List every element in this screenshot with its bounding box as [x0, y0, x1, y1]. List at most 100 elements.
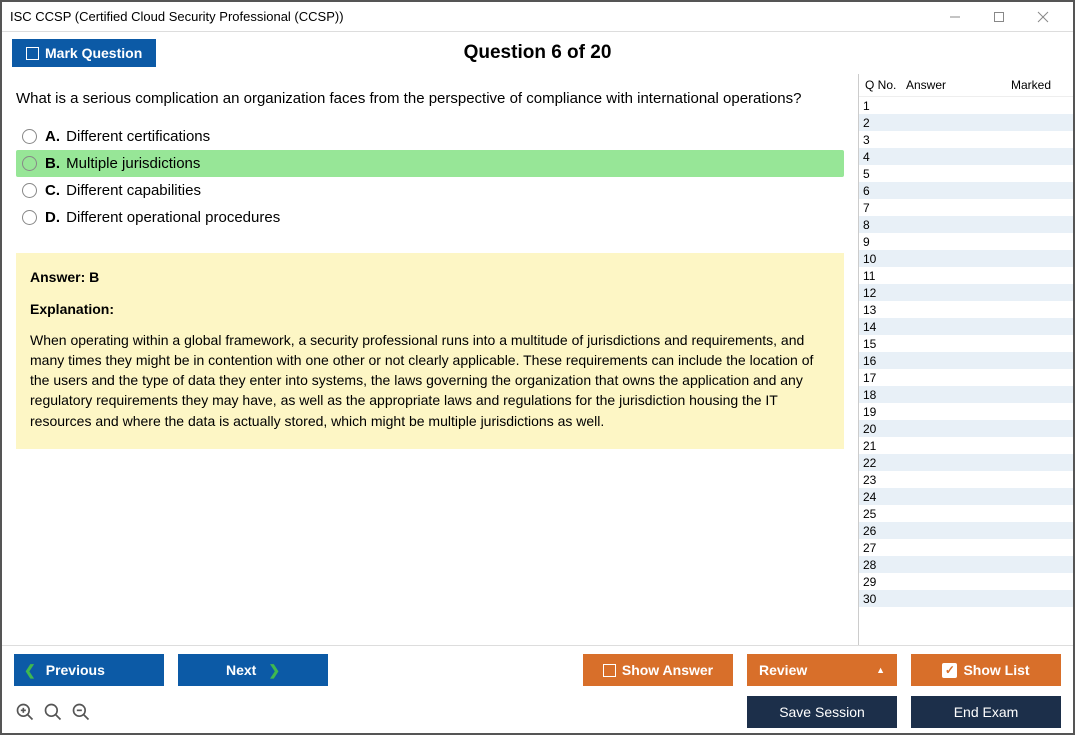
explanation-label: Explanation:: [30, 299, 830, 319]
question-row[interactable]: 8: [859, 216, 1073, 233]
question-row[interactable]: 17: [859, 369, 1073, 386]
option-letter: B.: [45, 155, 60, 172]
row-number: 3: [859, 133, 904, 147]
question-row[interactable]: 12: [859, 284, 1073, 301]
question-list-sidebar: Q No. Answer Marked 12345678910111213141…: [858, 74, 1073, 645]
option-text: Different operational procedures: [66, 209, 280, 226]
row-number: 27: [859, 541, 904, 555]
next-button[interactable]: Next ❯: [178, 654, 328, 686]
question-row[interactable]: 6: [859, 182, 1073, 199]
radio-icon: [22, 210, 37, 225]
zoom-out-icon[interactable]: [70, 701, 92, 723]
question-row[interactable]: 23: [859, 471, 1073, 488]
row-number: 6: [859, 184, 904, 198]
question-row[interactable]: 1: [859, 97, 1073, 114]
question-row[interactable]: 30: [859, 590, 1073, 607]
sidebar-header: Q No. Answer Marked: [859, 74, 1073, 97]
answer-explanation-box: Answer: B Explanation: When operating wi…: [16, 253, 844, 449]
question-row[interactable]: 24: [859, 488, 1073, 505]
question-row[interactable]: 20: [859, 420, 1073, 437]
show-list-label: Show List: [963, 662, 1029, 678]
chevron-left-icon: ❮: [24, 662, 36, 679]
question-row[interactable]: 3: [859, 131, 1073, 148]
option-C[interactable]: C. Different capabilities: [16, 177, 844, 204]
row-number: 4: [859, 150, 904, 164]
row-number: 16: [859, 354, 904, 368]
option-letter: D.: [45, 209, 60, 226]
question-row[interactable]: 21: [859, 437, 1073, 454]
row-number: 21: [859, 439, 904, 453]
titlebar: ISC CCSP (Certified Cloud Security Profe…: [2, 2, 1073, 32]
question-row[interactable]: 16: [859, 352, 1073, 369]
question-row[interactable]: 25: [859, 505, 1073, 522]
toolbar: Mark Question Question 6 of 20: [2, 32, 1073, 74]
show-answer-button[interactable]: Show Answer: [583, 654, 733, 686]
question-row[interactable]: 2: [859, 114, 1073, 131]
row-number: 1: [859, 99, 904, 113]
zoom-in-icon[interactable]: [14, 701, 36, 723]
row-number: 25: [859, 507, 904, 521]
question-row[interactable]: 28: [859, 556, 1073, 573]
previous-button[interactable]: ❮ Previous: [14, 654, 164, 686]
window-title: ISC CCSP (Certified Cloud Security Profe…: [10, 9, 933, 24]
col-answer: Answer: [906, 78, 1011, 92]
chevron-right-icon: ❯: [268, 662, 280, 679]
question-row[interactable]: 10: [859, 250, 1073, 267]
col-qno: Q No.: [861, 78, 906, 92]
option-letter: A.: [45, 128, 60, 145]
question-row[interactable]: 19: [859, 403, 1073, 420]
question-row[interactable]: 18: [859, 386, 1073, 403]
end-exam-button[interactable]: End Exam: [911, 696, 1061, 728]
window-controls: [933, 3, 1065, 31]
question-heading: Question 6 of 20: [2, 42, 1073, 64]
sidebar-body[interactable]: 1234567891011121314151617181920212223242…: [859, 97, 1073, 645]
question-row[interactable]: 4: [859, 148, 1073, 165]
zoom-reset-icon[interactable]: [42, 701, 64, 723]
row-number: 19: [859, 405, 904, 419]
main-panel: What is a serious complication an organi…: [2, 74, 858, 645]
row-number: 13: [859, 303, 904, 317]
row-number: 22: [859, 456, 904, 470]
row-number: 7: [859, 201, 904, 215]
row-number: 5: [859, 167, 904, 181]
show-answer-label: Show Answer: [622, 662, 713, 678]
mark-question-button[interactable]: Mark Question: [12, 39, 156, 67]
question-row[interactable]: 9: [859, 233, 1073, 250]
mark-label: Mark Question: [45, 45, 142, 61]
show-list-button[interactable]: ✓ Show List: [911, 654, 1061, 686]
button-row-2: Save Session End Exam: [14, 696, 1061, 728]
row-number: 26: [859, 524, 904, 538]
question-row[interactable]: 14: [859, 318, 1073, 335]
button-row-1: ❮ Previous Next ❯ Show Answer Review ▲ ✓…: [14, 654, 1061, 686]
row-number: 18: [859, 388, 904, 402]
row-number: 9: [859, 235, 904, 249]
question-row[interactable]: 7: [859, 199, 1073, 216]
question-row[interactable]: 27: [859, 539, 1073, 556]
question-row[interactable]: 15: [859, 335, 1073, 352]
question-row[interactable]: 26: [859, 522, 1073, 539]
next-label: Next: [226, 662, 256, 678]
option-letter: C.: [45, 182, 60, 199]
row-number: 23: [859, 473, 904, 487]
answer-line: Answer: B: [30, 267, 830, 287]
row-number: 17: [859, 371, 904, 385]
question-row[interactable]: 22: [859, 454, 1073, 471]
row-number: 11: [859, 269, 904, 283]
row-number: 24: [859, 490, 904, 504]
question-row[interactable]: 11: [859, 267, 1073, 284]
checkbox-icon: [26, 47, 39, 60]
review-button[interactable]: Review ▲: [747, 654, 897, 686]
maximize-button[interactable]: [977, 3, 1021, 31]
question-text: What is a serious complication an organi…: [16, 88, 844, 109]
option-D[interactable]: D. Different operational procedures: [16, 204, 844, 231]
minimize-button[interactable]: [933, 3, 977, 31]
question-row[interactable]: 13: [859, 301, 1073, 318]
explanation-text: When operating within a global framework…: [30, 330, 830, 431]
save-session-button[interactable]: Save Session: [747, 696, 897, 728]
question-row[interactable]: 5: [859, 165, 1073, 182]
option-A[interactable]: A. Different certifications: [16, 123, 844, 150]
question-row[interactable]: 29: [859, 573, 1073, 590]
close-button[interactable]: [1021, 3, 1065, 31]
option-B[interactable]: B. Multiple jurisdictions: [16, 150, 844, 177]
row-number: 10: [859, 252, 904, 266]
